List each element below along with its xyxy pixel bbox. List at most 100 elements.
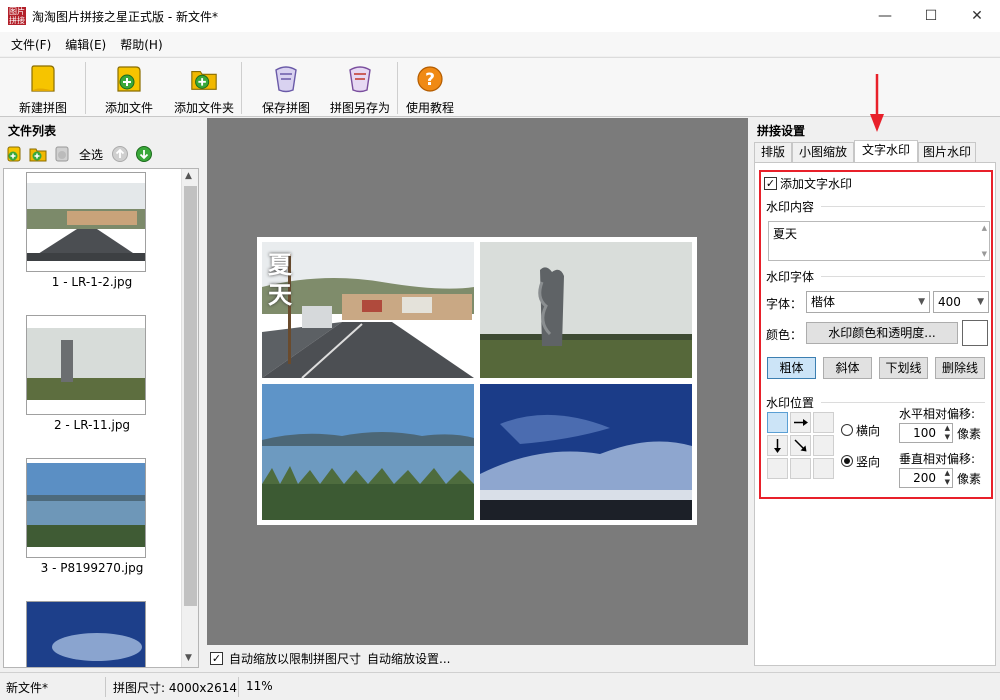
collage-preview[interactable]: 夏天: [257, 237, 697, 525]
file-list-toolbar: 全选: [4, 142, 200, 166]
watermark-content-value: 夏天: [773, 227, 798, 241]
position-top-center[interactable]: [790, 412, 811, 433]
spinner-icon[interactable]: ▲ ▼: [945, 424, 950, 442]
h-offset-value: 100: [913, 426, 936, 440]
tutorial-label: 使用教程: [405, 101, 454, 115]
font-family-value: 楷体: [811, 295, 836, 309]
underline-button[interactable]: 下划线: [879, 357, 928, 379]
position-bottom-center[interactable]: [790, 458, 811, 479]
scrollbar-thumb[interactable]: [184, 186, 197, 606]
thumbnail-3[interactable]: [26, 458, 146, 558]
watermark-content-textarea[interactable]: 夏天 ▲ ▼: [768, 221, 990, 261]
horizontal-label: 横向: [856, 424, 881, 438]
save-as-button[interactable]: 拼图另存为: [326, 62, 394, 116]
v-offset-value: 200: [913, 471, 936, 485]
thumbnail-caption-1: 1 - LR-1-2.jpg: [51, 275, 133, 289]
position-middle-right[interactable]: [813, 435, 834, 456]
menu-edit[interactable]: 编辑(E): [58, 36, 113, 53]
auto-scale-settings-link[interactable]: 自动缩放设置...: [367, 650, 450, 667]
toolbar-separator: [241, 62, 242, 114]
h-offset-input[interactable]: 100 ▲ ▼: [899, 423, 953, 443]
spinner-icon[interactable]: ▲ ▼: [945, 469, 950, 487]
position-top-left[interactable]: [767, 412, 788, 433]
auto-scale-checkbox[interactable]: ✓: [210, 651, 223, 665]
collage-cell-sky[interactable]: [480, 384, 692, 520]
color-label: 颜色：: [766, 328, 803, 342]
add-folder-button[interactable]: 添加文件夹: [170, 62, 238, 116]
collage-cell-lake[interactable]: [262, 384, 474, 520]
status-separator: [105, 677, 106, 697]
move-down-icon[interactable]: [134, 144, 154, 164]
toolbar: 新建拼图 添加文件 添加文件夹 保存拼图 拼图另存为 ? 使用教程: [0, 57, 1000, 117]
thumbnail-list[interactable]: 1 - LR-1-2.jpg 2 - LR-11.jpg 3 - P819927…: [3, 168, 199, 668]
menu-help[interactable]: 帮助(H): [113, 36, 169, 53]
add-text-watermark-row[interactable]: ✓ 添加文字水印: [764, 175, 852, 192]
close-button[interactable]: ✕: [954, 0, 1000, 32]
file-list-title: 文件列表: [8, 124, 57, 138]
maximize-button[interactable]: ☐: [908, 0, 954, 32]
textarea-scroll-up-icon[interactable]: ▲: [982, 224, 987, 232]
position-top-right[interactable]: [813, 412, 834, 433]
font-label: 字体：: [766, 297, 803, 311]
add-file-small-icon[interactable]: [4, 144, 24, 164]
save-collage-label: 保存拼图: [261, 101, 310, 115]
red-arrow-icon: [870, 74, 884, 132]
watermark-font-title: 水印字体: [766, 270, 815, 284]
v-offset-label: 垂直相对偏移:: [899, 452, 976, 466]
scroll-up-icon[interactable]: ▲: [185, 171, 192, 181]
thumbnail-1[interactable]: [26, 172, 146, 272]
save-as-icon: [345, 64, 375, 94]
vertical-radio[interactable]: [841, 455, 853, 467]
thumbnail-2[interactable]: [26, 315, 146, 415]
remove-file-icon[interactable]: [52, 144, 72, 164]
thumbnail-scrollbar[interactable]: ▲ ▼: [181, 169, 198, 667]
position-bottom-left[interactable]: [767, 458, 788, 479]
h-offset-label: 水平相对偏移:: [899, 407, 976, 421]
add-folder-small-icon[interactable]: [28, 144, 48, 164]
tab-layout[interactable]: 排版: [754, 142, 792, 162]
arrow-diagonal-icon: [794, 439, 807, 452]
tab-text-watermark[interactable]: 文字水印: [854, 140, 918, 162]
svg-text:?: ?: [425, 70, 435, 90]
collage-canvas[interactable]: 夏天: [207, 118, 748, 645]
horizontal-radio[interactable]: [841, 424, 853, 436]
position-center[interactable]: [790, 435, 811, 456]
font-family-select[interactable]: 楷体 ▼: [806, 291, 930, 313]
thumbnail-image-street: [27, 173, 145, 271]
status-bar: 新文件* 拼图尺寸: 4000x2614 11%: [0, 672, 1000, 700]
color-swatch[interactable]: [962, 320, 988, 346]
font-size-select[interactable]: 400 ▼: [933, 291, 989, 313]
position-bottom-right[interactable]: [813, 458, 834, 479]
tutorial-button[interactable]: ? 使用教程: [402, 62, 458, 116]
sculpture-photo: [480, 242, 692, 378]
new-collage-button[interactable]: 新建拼图: [12, 62, 74, 116]
add-folder-icon: [189, 64, 219, 94]
scroll-down-icon[interactable]: ▼: [185, 653, 192, 663]
move-up-icon[interactable]: [110, 144, 130, 164]
new-collage-label: 新建拼图: [18, 101, 67, 115]
collage-cell-sculpture[interactable]: [480, 242, 692, 378]
tab-image-watermark[interactable]: 图片水印: [918, 142, 976, 162]
toolbar-separator: [85, 62, 86, 114]
position-middle-left[interactable]: [767, 435, 788, 456]
save-as-label: 拼图另存为: [329, 101, 390, 115]
v-offset-input[interactable]: 200 ▲ ▼: [899, 468, 953, 488]
collage-cell-street[interactable]: 夏天: [262, 242, 474, 378]
strikethrough-button[interactable]: 删除线: [935, 357, 985, 379]
save-collage-button[interactable]: 保存拼图: [256, 62, 316, 116]
tab-thumbnail-scale[interactable]: 小图缩放: [792, 142, 854, 162]
file-list-panel: 文件列表 全选 1 - LR-1-2.jpg 2 - LR-11.jpg 3 -…: [0, 118, 204, 670]
collage-watermark-text: 夏天: [268, 250, 292, 309]
textarea-scroll-down-icon[interactable]: ▼: [982, 250, 987, 258]
add-file-button[interactable]: 添加文件: [100, 62, 158, 116]
add-text-watermark-checkbox[interactable]: ✓: [764, 177, 777, 190]
settings-panel: 拼接设置 排版 小图缩放 文字水印 图片水印 ✓ 添加文字水印 水印内容 夏天 …: [752, 74, 1000, 670]
minimize-button[interactable]: —: [862, 0, 908, 32]
watermark-color-button[interactable]: 水印颜色和透明度...: [806, 322, 958, 344]
menu-file[interactable]: 文件(F): [4, 36, 58, 53]
thumbnail-4[interactable]: [26, 601, 146, 667]
select-all-button[interactable]: 全选: [76, 146, 106, 163]
bold-button[interactable]: 粗体: [767, 357, 816, 379]
italic-button[interactable]: 斜体: [823, 357, 872, 379]
help-icon: ?: [415, 64, 445, 94]
